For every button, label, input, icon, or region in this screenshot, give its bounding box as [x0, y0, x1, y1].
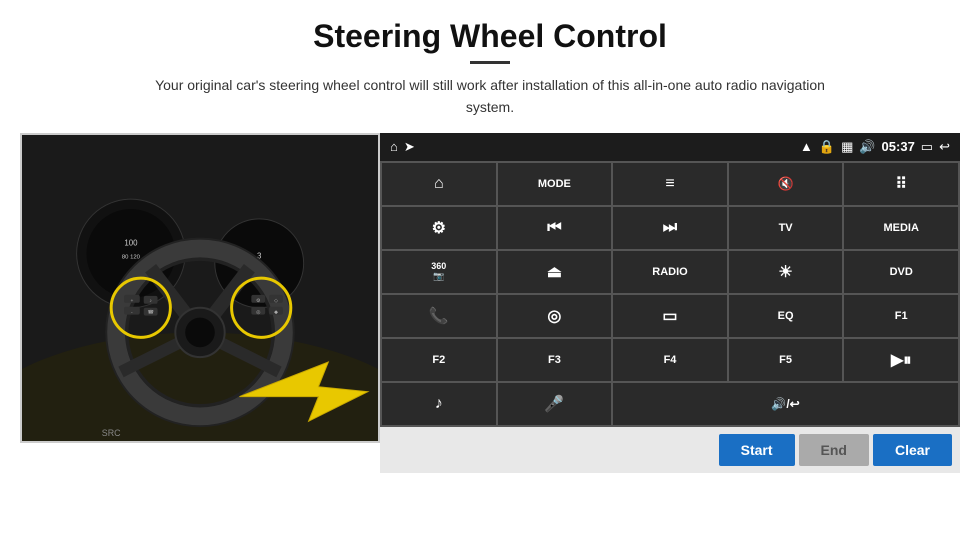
home-icon[interactable]: ⌂ — [390, 139, 398, 154]
music-button[interactable]: ♪ — [382, 383, 496, 425]
status-bar-right: ▲ 🔒 ▦ 🔊 05:37 ▭ ↩ — [800, 139, 950, 155]
page-subtitle: Your original car's steering wheel contr… — [140, 74, 840, 119]
steering-wheel-image: 100 80 120 3 — [20, 133, 380, 443]
svg-text:♪: ♪ — [149, 299, 151, 304]
wifi-icon: ▲ — [800, 139, 813, 154]
status-bar-left: ⌂ ➤ — [390, 139, 415, 155]
phone-button[interactable]: 📞 — [382, 295, 496, 337]
sim-icon: ▦ — [841, 139, 853, 155]
mute-button[interactable]: 🔇 — [729, 163, 843, 205]
page-title: Steering Wheel Control — [313, 18, 667, 55]
brightness-button[interactable]: ☀ — [729, 251, 843, 293]
android-unit: ⌂ ➤ ▲ 🔒 ▦ 🔊 05:37 ▭ ↩ ⌂ MODE ≡ — [380, 133, 960, 473]
svg-text:SRC: SRC — [102, 428, 121, 438]
svg-text:◆: ◆ — [274, 309, 278, 315]
swirl-button[interactable]: ◎ — [498, 295, 612, 337]
nav-up-button[interactable]: ⌂ — [382, 163, 496, 205]
play-pause-button[interactable]: ▶⏸ — [844, 339, 958, 381]
vol-end-button[interactable]: 🔊/↩ — [613, 383, 958, 425]
dvd-button[interactable]: DVD — [844, 251, 958, 293]
menu-button[interactable]: ≡ — [613, 163, 727, 205]
f4-button[interactable]: F4 — [613, 339, 727, 381]
clock: 05:37 — [882, 139, 915, 154]
f5-button[interactable]: F5 — [729, 339, 843, 381]
bluetooth-icon: 🔊 — [859, 139, 875, 155]
button-grid: ⌂ MODE ≡ 🔇 ⠿ ⚙ ⏮ ⏭ TV MEDIA 360📷 ⏏ RADIO… — [380, 161, 960, 427]
svg-text:⚙: ⚙ — [256, 298, 261, 304]
svg-text:☎: ☎ — [148, 309, 154, 315]
navigate-icon[interactable]: ➤ — [404, 139, 415, 155]
title-divider — [470, 61, 510, 64]
status-bar: ⌂ ➤ ▲ 🔒 ▦ 🔊 05:37 ▭ ↩ — [380, 133, 960, 161]
page-wrapper: Steering Wheel Control Your original car… — [0, 0, 980, 544]
f3-button[interactable]: F3 — [498, 339, 612, 381]
back-icon[interactable]: ↩ — [939, 139, 950, 155]
mode-button[interactable]: MODE — [498, 163, 612, 205]
f2-button[interactable]: F2 — [382, 339, 496, 381]
svg-text:◇: ◇ — [274, 298, 278, 304]
radio-button[interactable]: RADIO — [613, 251, 727, 293]
apps-button[interactable]: ⠿ — [844, 163, 958, 205]
settings-button[interactable]: ⚙ — [382, 207, 496, 249]
clear-button[interactable]: Clear — [873, 434, 952, 466]
screen-btn[interactable]: ▭ — [613, 295, 727, 337]
content-row: 100 80 120 3 — [20, 133, 960, 473]
eject-button[interactable]: ⏏ — [498, 251, 612, 293]
start-button[interactable]: Start — [719, 434, 795, 466]
tv-button[interactable]: TV — [729, 207, 843, 249]
svg-text:◎: ◎ — [256, 309, 261, 315]
svg-text:80 120: 80 120 — [122, 254, 141, 260]
end-button[interactable]: End — [799, 434, 869, 466]
screen-icon: ▭ — [921, 139, 933, 155]
f1-button[interactable]: F1 — [844, 295, 958, 337]
media-button[interactable]: MEDIA — [844, 207, 958, 249]
mic-button[interactable]: 🎤 — [498, 383, 612, 425]
360-button[interactable]: 360📷 — [382, 251, 496, 293]
svg-text:+: + — [130, 299, 133, 304]
prev-button[interactable]: ⏮ — [498, 207, 612, 249]
lock-icon: 🔒 — [819, 139, 835, 155]
svg-text:100: 100 — [124, 238, 138, 247]
eq-button[interactable]: EQ — [729, 295, 843, 337]
next-button[interactable]: ⏭ — [613, 207, 727, 249]
bottom-action-bar: Start End Clear — [380, 427, 960, 473]
